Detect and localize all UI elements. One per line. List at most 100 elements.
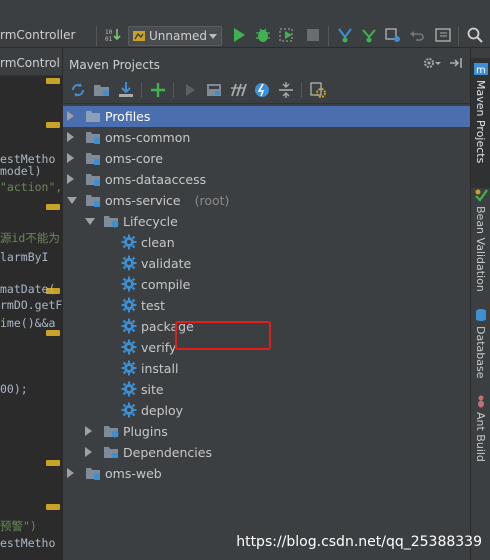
tree-item-oms-service[interactable]: oms-service (root) [63,190,471,211]
maven-actions-toolbar [63,76,471,104]
toolbar-separator [141,82,142,98]
tab-maven-projects[interactable]: m Maven Projects [471,58,490,188]
tree-item-lifecycle[interactable]: Lifecycle [63,211,471,232]
structure-icon[interactable] [434,26,452,44]
lifecycle-folder-icon [103,213,119,229]
generate-sources-icon[interactable] [93,81,111,99]
tree-item-label: clean [141,235,175,250]
svg-text:10: 10 [105,29,113,36]
tab-bean-validation[interactable]: Bean Validation [471,186,490,296]
tree-item-compile[interactable]: compile [63,274,471,295]
run-maven-build-icon[interactable] [181,81,199,99]
build-project-icon[interactable]: 10 01 [104,26,122,44]
expand-right-icon[interactable] [67,111,74,121]
tree-item-oms-common[interactable]: oms-common [63,127,471,148]
run-icon[interactable] [230,26,248,44]
tree-item-label: oms-core [105,151,163,166]
svg-text:01: 01 [105,36,113,43]
vcs-compare-icon[interactable] [384,26,402,44]
vcs-commit-icon[interactable] [360,26,378,44]
vcs-update-icon[interactable] [336,26,354,44]
editor-marker [46,330,60,336]
folder-icon [85,108,101,124]
expand-right-icon[interactable] [67,174,74,184]
editor-tab[interactable]: rmControl [0,48,62,76]
editor-marker [46,122,60,128]
run-configuration-select[interactable]: Unnamed [128,26,222,46]
tree-item-label: Plugins [123,424,168,439]
tree-item-label: oms-service [105,193,181,208]
ant-icon [474,394,488,411]
tree-item-label: oms-web [105,466,162,481]
expand-right-icon[interactable] [67,153,74,163]
maven-icon: m [474,62,488,79]
gear-icon [121,402,137,418]
editor-marker [46,204,60,210]
tree-item-clean[interactable]: clean [63,232,471,253]
expand-down-icon[interactable] [85,218,95,225]
hide-panel-icon[interactable] [449,56,463,73]
tree-item-dependencies[interactable]: Dependencies [63,442,471,463]
gear-icon [121,381,137,397]
toolbar-separator [173,82,174,98]
tree-item-oms-dataaccess[interactable]: oms-dataaccess [63,169,471,190]
gear-icon [121,276,137,292]
code-editor[interactable]: rmControl estMetho model) "action", 源id不能为 l… [0,48,62,560]
gear-icon [121,318,137,334]
tree-item-validate[interactable]: validate [63,253,471,274]
tree-item-deploy[interactable]: deploy [63,400,471,421]
tree-item-oms-core[interactable]: oms-core [63,148,471,169]
tree-item-oms-web[interactable]: oms-web [63,463,471,484]
tree-item-site[interactable]: site [63,379,471,400]
editor-tab-label: rmControl [0,56,60,70]
add-maven-project-icon[interactable] [149,81,167,99]
toolbar-separator [96,26,97,46]
tab-database[interactable]: Database [471,306,490,396]
expand-right-icon[interactable] [67,132,74,142]
settings-gear-icon[interactable] [423,56,441,73]
maven-config-icon [132,29,146,46]
code-line: 00); [0,382,28,396]
undo-icon[interactable] [408,26,426,44]
maven-panel-header: Maven Projects [63,50,471,76]
reimport-icon[interactable] [69,81,87,99]
maven-module-icon [85,465,101,481]
maven-projects-panel: Maven Projects Profiles oms-common oms-c… [62,48,471,560]
toggle-offline-icon[interactable] [229,81,247,99]
tab-ant-build[interactable]: Ant Build [471,392,490,472]
bean-validation-icon [474,188,488,205]
maven-panel-title: Maven Projects [69,58,160,72]
maven-module-icon [85,192,101,208]
tab-ant-build-label: Ant Build [474,412,487,462]
editor-file-tab-title[interactable]: rmController [0,28,75,42]
editor-marker [46,460,60,466]
maven-settings-icon[interactable] [309,81,327,99]
skip-tests-icon[interactable] [253,81,271,99]
maven-module-icon [85,150,101,166]
tree-item-profiles[interactable]: Profiles [63,106,471,127]
execute-goal-icon[interactable] [205,81,223,99]
collapse-all-icon[interactable] [277,81,295,99]
tree-item-test[interactable]: test [63,295,471,316]
expand-right-icon[interactable] [85,447,92,457]
code-line: larmByI [0,250,49,264]
tree-item-install[interactable]: install [63,358,471,379]
code-line: "action", [0,180,62,194]
tree-item-plugins[interactable]: Plugins [63,421,471,442]
expand-right-icon[interactable] [85,426,92,436]
main-toolbar: rmController 10 01 Unnamed [0,0,490,48]
tree-item-label: site [141,382,164,397]
gear-icon [121,255,137,271]
toolbar-separator [458,26,459,46]
run-with-coverage-icon[interactable] [278,26,296,44]
tree-item-label: Profiles [105,109,151,124]
expand-down-icon[interactable] [67,197,77,204]
toolbar-separator [301,82,302,98]
expand-right-icon[interactable] [67,468,74,478]
download-sources-icon[interactable] [117,81,135,99]
tree-item-label: oms-dataaccess [105,172,207,187]
debug-icon[interactable] [254,26,272,44]
stop-icon[interactable] [304,26,322,44]
tree-item-label: compile [141,277,191,292]
search-icon[interactable] [466,26,484,44]
